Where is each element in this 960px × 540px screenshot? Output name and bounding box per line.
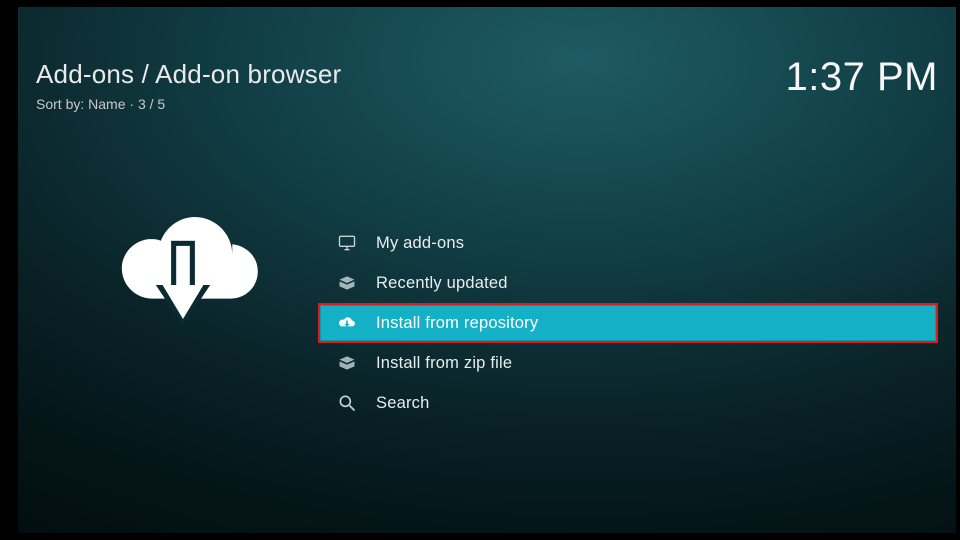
menu-item-label: Install from repository <box>376 314 538 333</box>
sort-by-label: Sort by: Name <box>36 96 125 112</box>
menu-item-label: Recently updated <box>376 274 508 293</box>
open-box-icon <box>336 272 358 294</box>
menu-item-install-from-zip[interactable]: Install from zip file <box>320 343 936 383</box>
menu-item-search[interactable]: Search <box>320 383 936 423</box>
breadcrumb: Add-ons / Add-on browser <box>36 59 341 90</box>
menu-item-install-from-repository[interactable]: Install from repository <box>318 303 938 343</box>
menu-item-label: Install from zip file <box>376 354 512 373</box>
dot-separator: · <box>129 96 138 112</box>
menu-item-my-addons[interactable]: My add-ons <box>320 223 936 263</box>
sort-info: Sort by: Name · 3 / 5 <box>36 96 341 112</box>
list-position: 3 / 5 <box>138 96 165 112</box>
clock: 1:37 PM <box>786 55 938 100</box>
cloud-download-icon <box>98 183 268 353</box>
search-icon <box>336 392 358 414</box>
menu-item-label: My add-ons <box>376 234 464 253</box>
menu-item-label: Search <box>376 394 429 413</box>
screen-icon <box>336 232 358 254</box>
addon-browser-menu: My add-ons Recently updated Install <box>320 223 936 423</box>
menu-item-recently-updated[interactable]: Recently updated <box>320 263 936 303</box>
cloud-download-icon <box>336 312 358 334</box>
open-box-icon <box>336 352 358 374</box>
